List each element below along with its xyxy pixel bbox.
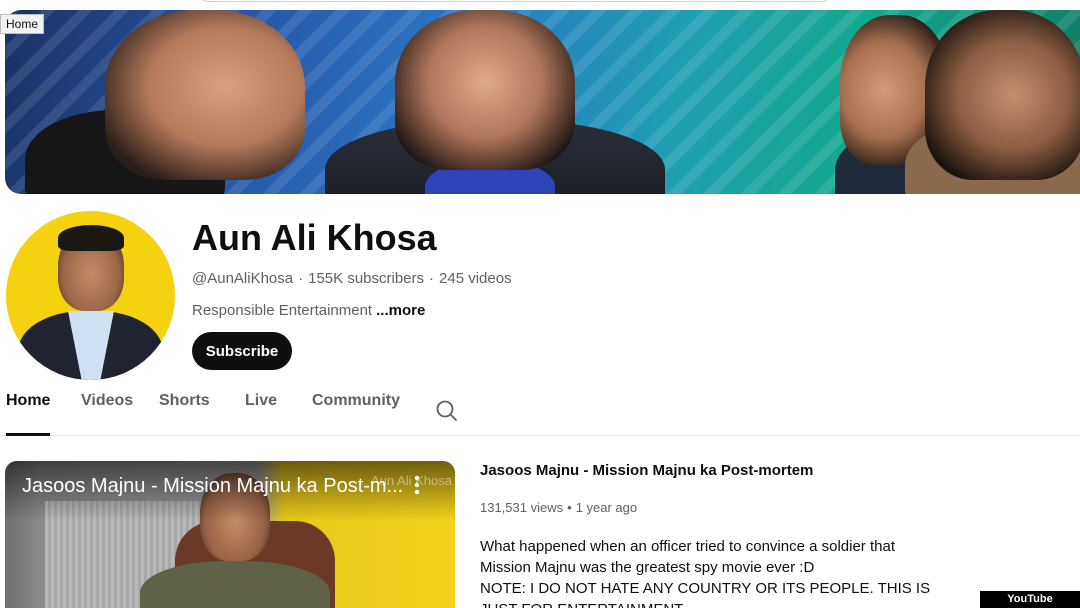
featured-video-title[interactable]: Jasoos Majnu - Mission Majnu ka Post-mor… [480, 462, 813, 479]
thumbnail-person-body [140, 561, 330, 608]
featured-video-player[interactable]: Jasoos Majnu - Mission Majnu ka Post-m..… [5, 461, 455, 608]
banner-person-1-head [105, 10, 305, 180]
tab-shorts[interactable]: Shorts [159, 392, 210, 436]
channel-meta: @AunAliKhosa · 155K subscribers · 245 videos [192, 270, 512, 287]
banner-person-4-head [925, 10, 1080, 180]
tab-home[interactable]: Home [6, 392, 51, 436]
more-link[interactable]: ...more [376, 302, 425, 319]
description-line: What happened when an officer tried to c… [480, 538, 895, 555]
channel-handle: @AunAliKhosa [192, 270, 294, 287]
channel-tabs: Home Videos Shorts Live Community [0, 392, 1080, 436]
tab-videos[interactable]: Videos [81, 392, 133, 436]
description-line: NOTE: I DO NOT HATE ANY COUNTRY OR ITS P… [480, 580, 931, 597]
player-video-title[interactable]: Jasoos Majnu - Mission Majnu ka Post-m..… [22, 475, 403, 498]
description-line: Mission Majnu was the greatest spy movie… [480, 559, 815, 576]
channel-description[interactable]: Responsible Entertainment ...more [192, 302, 425, 319]
upload-age: 1 year ago [575, 500, 638, 515]
meta-separator: · [298, 270, 304, 287]
featured-video-description[interactable]: What happened when an officer tried to c… [480, 536, 931, 608]
video-count: 245 videos [439, 270, 512, 287]
banner-person-2-head [395, 10, 575, 170]
tab-community[interactable]: Community [312, 392, 400, 436]
channel-name: Aun Ali Khosa [192, 217, 437, 258]
subscriber-count: 155K subscribers [308, 270, 425, 287]
more-vert-icon[interactable] [409, 473, 425, 497]
channel-avatar[interactable] [6, 211, 175, 380]
description-line: JUST FOR ENTERTAINMENT [480, 599, 920, 608]
avatar-hair [58, 225, 124, 251]
search-bar-edge[interactable] [200, 0, 830, 2]
search-icon[interactable] [434, 398, 460, 424]
stats-dot: • [567, 500, 572, 515]
tab-live[interactable]: Live [245, 392, 277, 436]
meta-separator: · [429, 270, 435, 287]
featured-video-stats: 131,531 views • 1 year ago [480, 500, 637, 515]
screenshot-credit: YouTube Screenshot [980, 591, 1080, 608]
home-tooltip: Home [0, 14, 45, 34]
view-count: 131,531 views [480, 500, 564, 515]
channel-banner [5, 10, 1080, 194]
channel-description-text: Responsible Entertainment [192, 302, 373, 319]
subscribe-button[interactable]: Subscribe [192, 332, 292, 370]
